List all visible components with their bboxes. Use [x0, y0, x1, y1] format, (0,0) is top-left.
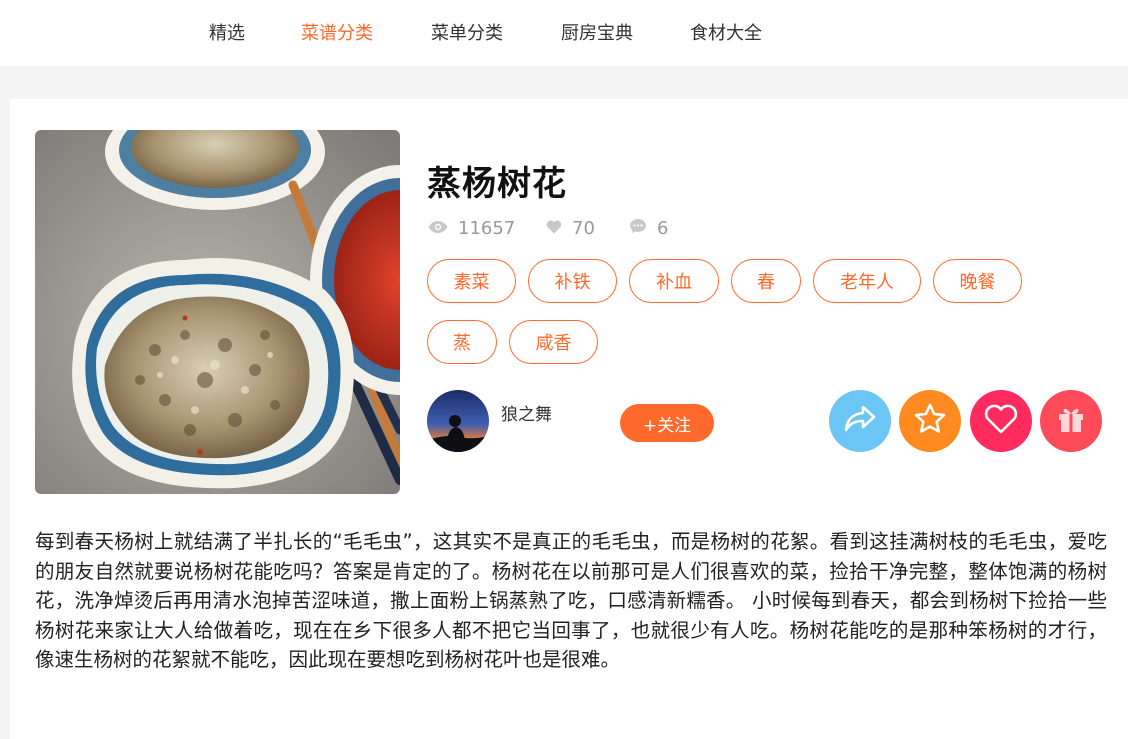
author-name[interactable]: 狼之舞 — [501, 400, 552, 425]
tag-item[interactable]: 老年人 — [813, 259, 921, 303]
heart-small-icon — [546, 218, 572, 239]
views-stat: 11657 — [428, 218, 515, 239]
tag-item[interactable]: 蒸 — [427, 320, 497, 364]
eye-icon — [428, 218, 458, 239]
follow-button[interactable]: +关注 — [620, 404, 714, 442]
gift-icon — [1055, 403, 1087, 439]
tag-item[interactable]: 补血 — [629, 259, 719, 303]
tag-item[interactable]: 春 — [731, 259, 801, 303]
recipe-cover-image[interactable] — [35, 130, 400, 494]
tag-item[interactable]: 咸香 — [509, 320, 598, 364]
top-nav: 精选 菜谱分类 菜单分类 厨房宝典 食材大全 — [0, 0, 1128, 66]
author-avatar[interactable] — [427, 390, 489, 452]
recipe-title: 蒸杨树花 — [427, 164, 567, 204]
nav-item-featured[interactable]: 精选 — [209, 19, 245, 45]
nav-item-recipe-categories[interactable]: 菜谱分类 — [301, 19, 373, 45]
comment-icon — [629, 218, 657, 239]
gift-button[interactable] — [1040, 390, 1102, 452]
share-button[interactable] — [829, 390, 891, 452]
likes-count: 70 — [572, 218, 595, 239]
tag-item[interactable]: 晚餐 — [933, 259, 1022, 303]
like-button[interactable] — [970, 390, 1032, 452]
heart-icon — [983, 403, 1019, 439]
nav-item-ingredients[interactable]: 食材大全 — [690, 19, 762, 45]
share-icon — [843, 404, 877, 438]
views-count: 11657 — [458, 218, 516, 239]
tag-item[interactable]: 补铁 — [528, 259, 617, 303]
nav-item-kitchen-guide[interactable]: 厨房宝典 — [561, 19, 633, 45]
comments-stat: 6 — [629, 218, 668, 239]
recipe-description: 每到春天杨树上就结满了半扎长的“毛毛虫”，这其实不是真正的毛毛虫，而是杨树的花絮… — [35, 530, 1107, 671]
favorite-button[interactable] — [899, 390, 961, 452]
tag-item[interactable]: 素菜 — [427, 259, 516, 303]
comments-count: 6 — [657, 218, 669, 239]
nav-item-menu-categories[interactable]: 菜单分类 — [431, 19, 503, 45]
star-icon — [913, 402, 947, 440]
likes-stat: 70 — [546, 218, 595, 239]
